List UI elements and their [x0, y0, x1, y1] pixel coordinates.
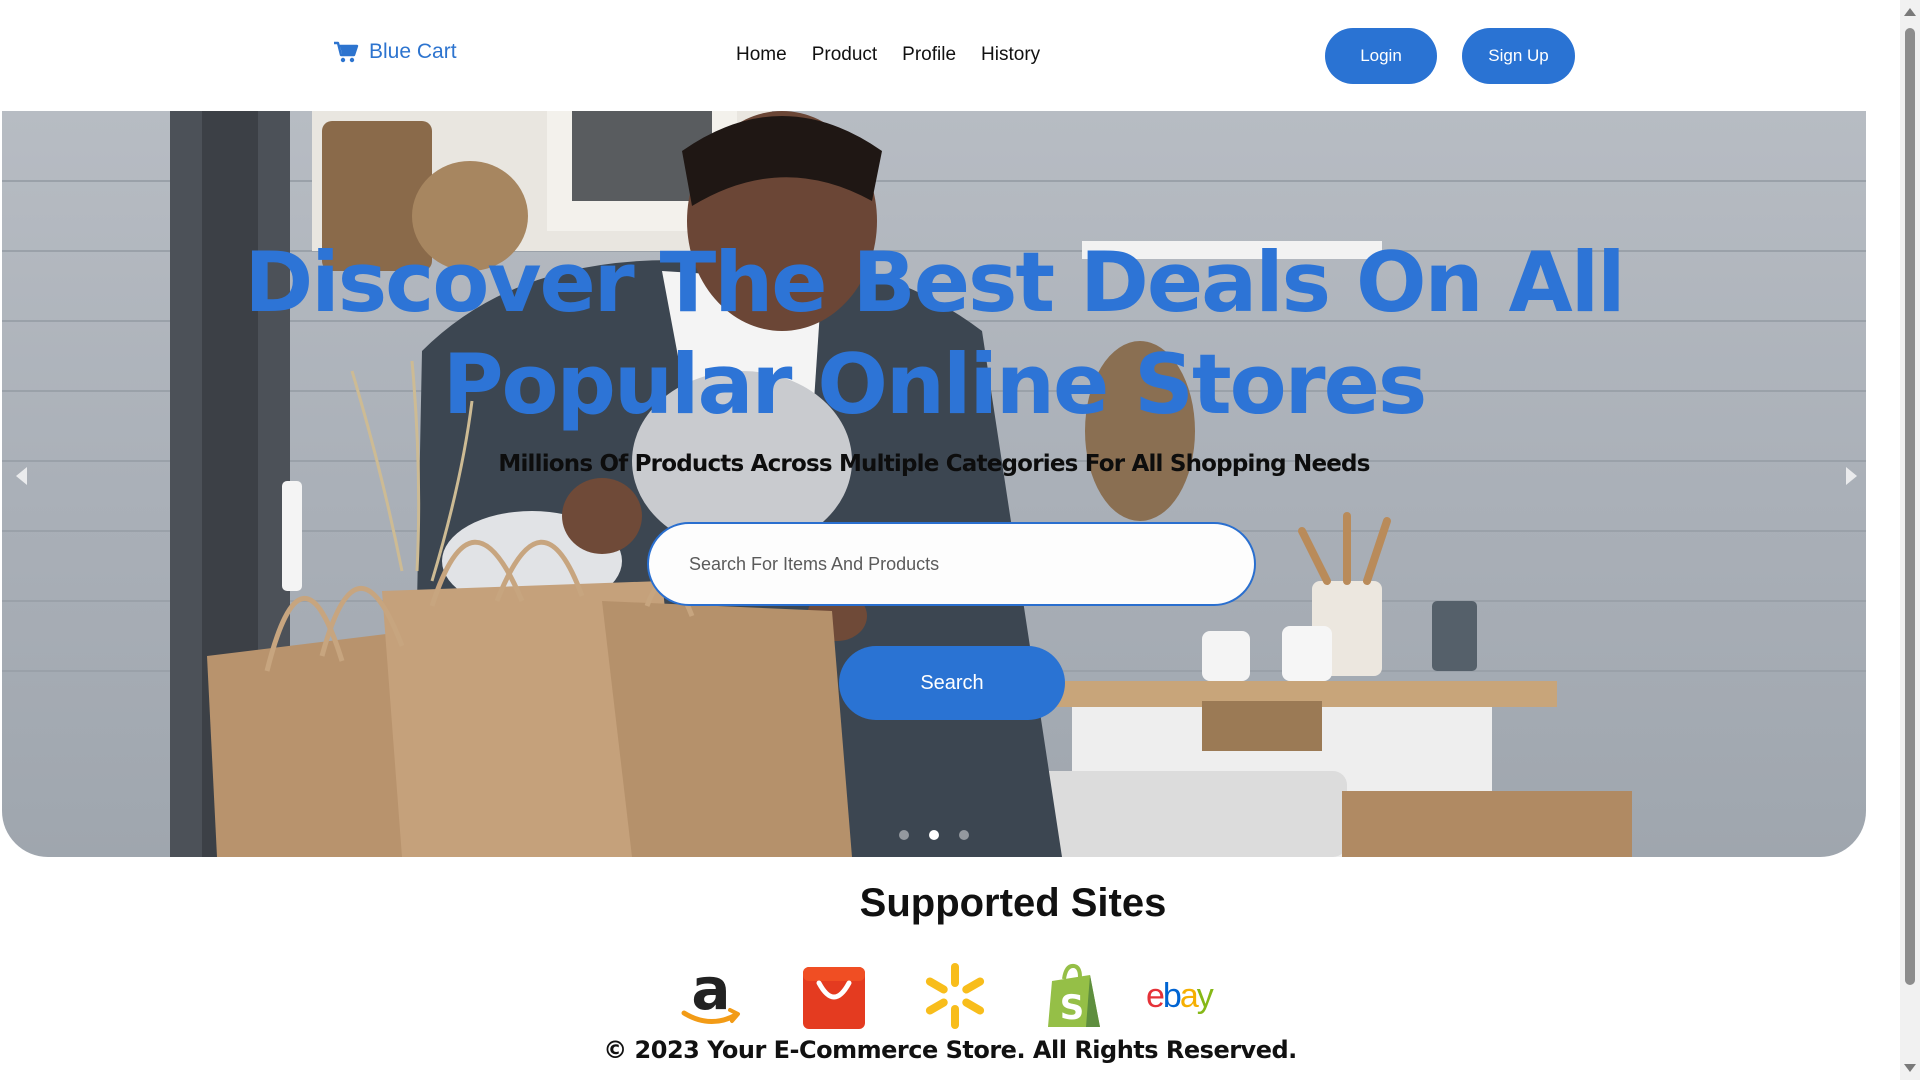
svg-text:a: a [691, 961, 730, 1023]
main-nav: Home Product Profile History [736, 44, 1040, 66]
svg-text:ebay: ebay [1146, 977, 1214, 1015]
footer-copyright: © 2023 Your E-Commerce Store. All Rights… [603, 1036, 1297, 1064]
ebay-letter-b: b [1163, 977, 1181, 1015]
brand-logo-link[interactable]: Blue Cart [333, 40, 457, 64]
amazon-logo-icon[interactable]: a [676, 961, 746, 1031]
search-button[interactable]: Search [839, 646, 1065, 720]
nav-link-product[interactable]: Product [812, 44, 877, 66]
carousel-indicators [2, 830, 1866, 840]
ebay-logo-icon[interactable]: ebay [1146, 961, 1232, 1031]
carousel-dot-1[interactable] [899, 830, 909, 840]
aliexpress-logo-icon[interactable] [799, 961, 869, 1031]
supported-sites-title: Supported Sites [859, 881, 1167, 925]
scroll-down-arrow-icon[interactable] [1904, 1064, 1916, 1072]
brand-name: Blue Cart [369, 40, 457, 63]
product-search-input[interactable] [647, 522, 1256, 606]
nav-link-profile[interactable]: Profile [902, 44, 956, 66]
nav-link-history[interactable]: History [981, 44, 1040, 66]
shopping-cart-icon [334, 41, 359, 63]
hero-background-image [2, 111, 1866, 857]
scrollbar-thumb[interactable] [1905, 28, 1915, 985]
ebay-letter-y: y [1197, 977, 1214, 1015]
carousel-dot-3[interactable] [959, 830, 969, 840]
nav-link-home[interactable]: Home [736, 44, 787, 66]
hero-title: Discover The Best Deals On All Popular O… [2, 232, 1866, 436]
hero-carousel: Discover The Best Deals On All Popular O… [2, 111, 1866, 857]
navbar: Blue Cart Home Product Profile History L… [0, 0, 1900, 111]
carousel-dot-2[interactable] [929, 830, 939, 840]
ebay-letter-e: e [1146, 977, 1164, 1015]
walmart-logo-icon[interactable] [920, 961, 990, 1031]
signup-button[interactable]: Sign Up [1462, 28, 1575, 84]
login-button[interactable]: Login [1325, 28, 1437, 84]
svg-text:S: S [1060, 988, 1085, 1028]
hero-subtitle: Millions Of Products Across Multiple Cat… [498, 451, 1370, 477]
scroll-up-arrow-icon[interactable] [1904, 8, 1916, 16]
shopify-logo-icon[interactable]: S [1040, 961, 1110, 1031]
hero-title-line-1: Discover The Best Deals On All [244, 234, 1625, 331]
hero-title-line-2: Popular Online Stores [442, 336, 1428, 433]
page-scrollbar[interactable] [1900, 0, 1920, 1080]
